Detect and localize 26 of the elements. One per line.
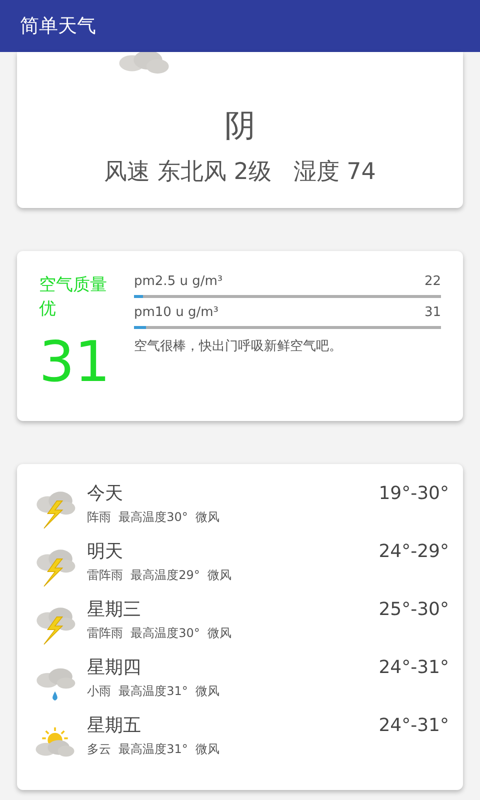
forecast-summary: 雷阵雨 最高温度29° 微风 xyxy=(87,567,233,584)
air-quality-grade: 优 xyxy=(39,298,57,321)
forecast-summary: 多云 最高温度31° 微风 xyxy=(87,741,221,758)
air-advice-text: 空气很棒，快出门呼吸新鲜空气吧。 xyxy=(134,338,343,355)
temperature-range: 24°-29° xyxy=(378,540,449,564)
forecast-summary: 小雨 最高温度31° 微风 xyxy=(87,683,221,700)
forecast-summary: 雷阵雨 最高温度30° 微风 xyxy=(87,625,233,642)
forecast-summary: 阵雨 最高温度30° 微风 xyxy=(87,509,221,526)
weather-condition: 阴 xyxy=(224,108,256,144)
pollutant-value: 22 xyxy=(424,273,441,291)
forecast-day: 星期四 xyxy=(87,656,379,680)
pollutant-name: pm10 u g/m³ xyxy=(134,304,218,322)
forecast-day: 星期五 xyxy=(87,714,379,738)
temperature-range: 24°-31° xyxy=(378,714,449,738)
temperature-range: 19°-30° xyxy=(378,482,449,506)
air-quality-label: 空气质量 xyxy=(39,274,108,297)
pollutant-value: 31 xyxy=(424,304,441,322)
aqi-value: 31 xyxy=(39,331,112,395)
forecast-day: 明天 xyxy=(87,540,379,564)
temperature-range: 25°-30° xyxy=(378,598,449,622)
forecast-day: 今天 xyxy=(87,482,379,506)
pollutant-name: pm2.5 u g/m³ xyxy=(134,273,223,291)
forecast-day: 星期三 xyxy=(87,598,379,622)
temperature-range: 24°-31° xyxy=(378,656,449,680)
app-title: 简单天气 xyxy=(20,14,96,39)
wind-humidity-text: 风速 东北风 2级 湿度 74 xyxy=(104,158,376,187)
